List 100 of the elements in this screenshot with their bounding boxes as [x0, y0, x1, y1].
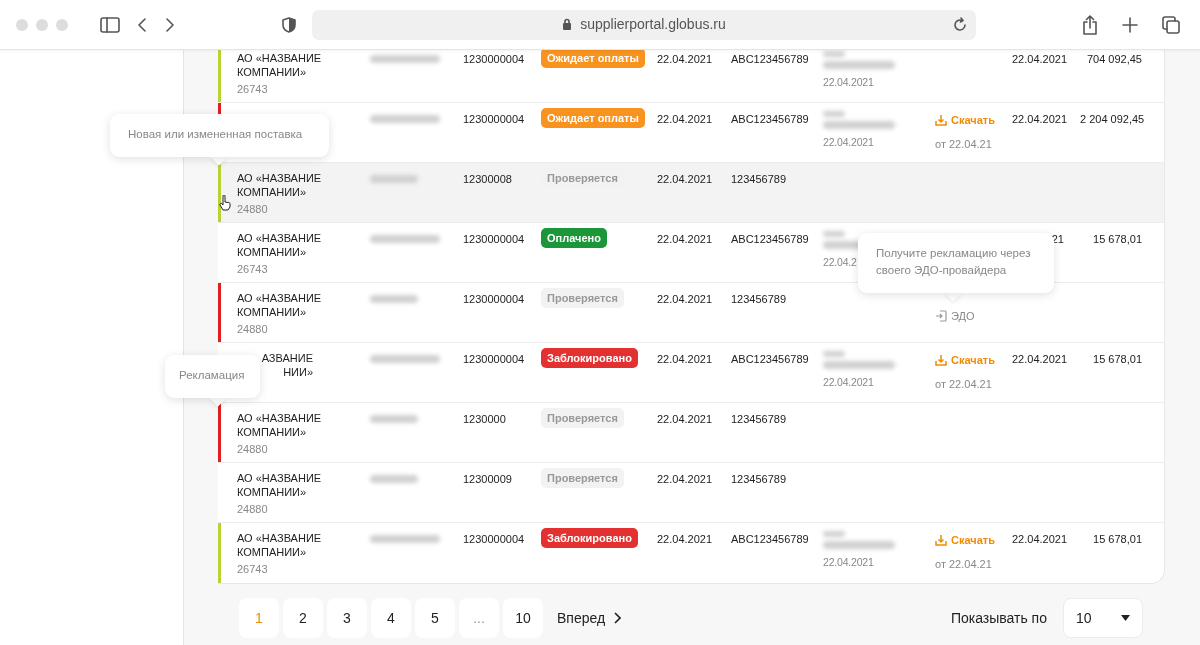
file-date: от 22.04.21	[935, 136, 993, 152]
next-button[interactable]: Вперед	[551, 606, 628, 630]
document-number: ABC123456789	[731, 233, 809, 245]
back-icon[interactable]	[136, 16, 148, 33]
company-code: 24880	[237, 322, 269, 337]
order-number: 1230000004	[463, 233, 525, 245]
tooltip-text: Новая или измененная поставка	[128, 128, 303, 140]
document-number: ABC123456789	[731, 113, 809, 125]
status-label: Проверяется	[541, 288, 624, 308]
forward-icon[interactable]	[164, 16, 176, 33]
order-number: 1230000004	[463, 353, 525, 365]
company-code: 24880	[237, 502, 269, 517]
date-text: 22.04.2021	[657, 353, 713, 365]
company-code: 26743	[237, 82, 269, 97]
company-name-line: КОМПАНИИ»	[237, 545, 308, 559]
date-text: 22.04.2021	[657, 113, 713, 125]
page-button[interactable]: 10	[503, 598, 543, 638]
document-number: 123456789	[731, 293, 787, 305]
page-button[interactable]: 3	[327, 598, 367, 638]
date-text: 22.04.2021	[1012, 52, 1069, 67]
document-number: ABC123456789	[731, 533, 809, 545]
date-text: 22.04.2	[823, 255, 857, 270]
order-number: 1230000	[463, 413, 506, 425]
edo-link[interactable]: ЭДО	[935, 308, 975, 325]
date-text: 22.04.2021	[823, 375, 874, 390]
company-name-line: АО «НАЗВАНИЕ	[237, 231, 323, 245]
per-page-label: Показывать по	[950, 608, 1047, 628]
reload-icon[interactable]	[952, 16, 968, 33]
share-icon[interactable]	[1082, 14, 1098, 35]
address-bar[interactable]: supplierportal.globus.ru	[312, 9, 976, 40]
company-code: 24880	[237, 442, 269, 457]
file-date: от 22.04.21	[935, 376, 993, 392]
document-number: 123456789	[731, 473, 787, 485]
order-number: 1230000004	[463, 53, 525, 65]
date-text: 22.04.2021	[1012, 352, 1069, 367]
company-name-line: КОМПАНИИ»	[237, 485, 308, 499]
document-number: ABC123456789	[731, 53, 809, 65]
lock-icon	[562, 18, 573, 31]
download-icon	[935, 354, 947, 367]
company-name-line: КОМПАНИИ»	[237, 65, 308, 79]
company-name-line: АО «НАЗВАНИЕ	[237, 411, 323, 425]
company-name-line: АО «НАЗВАНИЕ	[237, 171, 323, 185]
company-code: 26743	[237, 262, 269, 277]
company-name-line: КОМПАНИИ»	[237, 305, 308, 319]
per-page-select[interactable]: 10	[1063, 598, 1143, 638]
order-number: 12300009	[463, 473, 512, 485]
status-label: Ожидает оплаты	[541, 48, 645, 68]
chevron-right-icon	[613, 612, 622, 624]
status-label: Оплачено	[541, 228, 607, 248]
amount-text: 15 678,01	[1093, 353, 1142, 365]
tooltip-text: Получите рекламацию через своего ЭДО-провайдера	[876, 247, 1031, 276]
company-name-line: КОМПАНИИ»	[237, 425, 308, 439]
sign-in-icon	[935, 310, 947, 323]
download-icon	[935, 534, 947, 547]
date-text: 22.04.2021	[1012, 112, 1069, 127]
company-name-line: КОМПАНИИ»	[237, 185, 308, 199]
status-label: Проверяется	[541, 408, 624, 428]
date-text: 22.04.2021	[657, 173, 713, 185]
date-text: 22.04.2021	[657, 293, 713, 305]
date-text: 22.04.2021	[823, 555, 874, 570]
order-number: 1230000004	[463, 293, 525, 305]
amount-text: 15 678,01	[1093, 233, 1142, 245]
date-text: 22.04.2021	[657, 233, 713, 245]
plus-icon[interactable]	[1122, 16, 1138, 33]
date-text: 22.04.2021	[657, 53, 713, 65]
company-name-line: АО «НАЗВАНИЕ	[237, 531, 323, 545]
url-text: supplierportal.globus.ru	[580, 15, 726, 34]
document-number: 123456789	[731, 413, 787, 425]
page-button[interactable]: 2	[283, 598, 323, 638]
company-name-line: КОМПАНИИ»	[237, 245, 308, 259]
date-text: 22.04.2021	[657, 413, 713, 425]
document-number: ABC123456789	[731, 353, 809, 365]
date-text: 22.04.2021	[823, 135, 874, 150]
status-label: Заблокировано	[541, 348, 638, 368]
page-button[interactable]: 5	[415, 598, 455, 638]
company-code: 24880	[237, 202, 269, 217]
order-number: 1230000004	[463, 533, 525, 545]
page-button[interactable]: 4	[371, 598, 411, 638]
download-icon	[935, 114, 947, 127]
amount-text: 15 678,01	[1093, 533, 1142, 545]
company-code: 26743	[237, 562, 269, 577]
caret-icon	[1121, 615, 1130, 621]
company-name-line: АЗВАНИЕ	[260, 351, 313, 365]
document-number: 123456789	[731, 173, 787, 185]
status-label: Проверяется	[541, 468, 624, 488]
order-number: 1230000004	[463, 113, 525, 125]
company-name-line: АО «НАЗВАНИЕ	[237, 471, 323, 485]
date-text: 22.04.2021	[1012, 532, 1069, 547]
company-name-line: АО «НАЗВАНИЕ	[237, 291, 323, 305]
status-label: Ожидает оплаты	[541, 108, 645, 128]
amount-text: 704 092,45	[1086, 53, 1142, 65]
file-date: от 22.04.21	[935, 556, 993, 572]
status-label: Заблокировано	[541, 528, 638, 548]
company-name-line: АО «НАЗВАНИЕ	[237, 51, 323, 65]
tooltip-text: Рекламация	[179, 369, 245, 381]
date-text: 22.04.2021	[657, 473, 713, 485]
order-number: 12300008	[463, 173, 512, 185]
sidebar-icon[interactable]	[100, 16, 120, 33]
date-text: 22.04.2021	[657, 533, 713, 545]
tabs-icon[interactable]	[1162, 15, 1180, 34]
